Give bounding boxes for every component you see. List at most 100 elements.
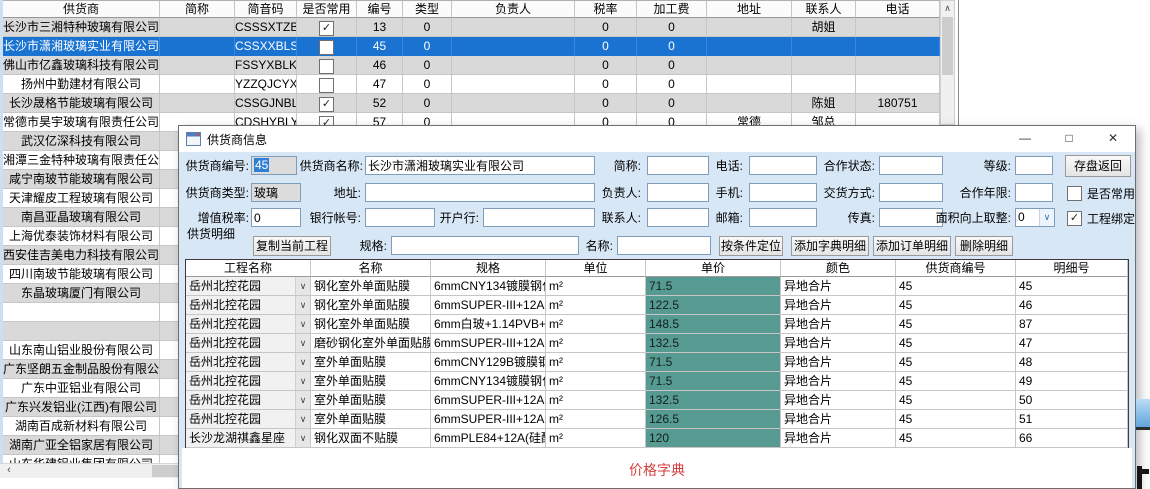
detail-cell[interactable]: m² <box>546 410 646 429</box>
chevron-down-icon[interactable]: ∨ <box>295 391 310 409</box>
detail-row[interactable]: 岳州北控花园∨室外单面贴膜6mmSUPER-III+12A(硅...m²126.… <box>186 410 1128 429</box>
delivery-input[interactable] <box>879 183 943 202</box>
supplier-cell-common[interactable] <box>297 56 357 75</box>
detail-cell[interactable]: 6mmSUPER-III+12A(硅... <box>431 391 546 410</box>
supplier-cell-common[interactable] <box>297 75 357 94</box>
detail-cell[interactable]: 6mmSUPER-III+12A(硅... <box>431 410 546 429</box>
chevron-down-icon[interactable]: ∨ <box>295 372 310 390</box>
detail-cell[interactable]: 66 <box>1016 429 1128 448</box>
supplier-cell-tax[interactable]: 0 <box>575 94 637 113</box>
supplier-cell-addr[interactable] <box>707 94 792 113</box>
minimize-button[interactable]: — <box>1003 126 1047 152</box>
detail-cell[interactable]: 异地合片 <box>781 334 896 353</box>
supplier-cell-supplier[interactable]: 湘潭三金特种玻璃有限责任公司 <box>3 151 160 170</box>
project-name-combo[interactable]: 岳州北控花园∨ <box>186 277 311 296</box>
scroll-up-icon[interactable]: ∧ <box>941 1 954 16</box>
project-name-combo[interactable]: 岳州北控花园∨ <box>186 334 311 353</box>
grid-column-header-5[interactable]: 颜色 <box>781 260 896 277</box>
detail-cell[interactable]: 120 <box>646 429 781 448</box>
locate-by-condition-button[interactable]: 按条件定位 <box>719 236 783 256</box>
supplier-cell-type[interactable]: 0 <box>403 37 452 56</box>
detail-cell[interactable]: 异地合片 <box>781 277 896 296</box>
supplier-cell-supplier[interactable]: 西安佳吉美电力科技有限公司 <box>3 246 160 265</box>
supplier-cell-contact[interactable] <box>792 75 856 94</box>
supplier-cell-id[interactable]: 47 <box>357 75 403 94</box>
project-name-combo[interactable]: 岳州北控花园∨ <box>186 315 311 334</box>
detail-cell[interactable]: 45 <box>896 296 1016 315</box>
grid-column-header-1[interactable]: 名称 <box>311 260 431 277</box>
column-header-10[interactable]: 联系人 <box>792 1 856 18</box>
detail-cell[interactable]: 51 <box>1016 410 1128 429</box>
detail-row[interactable]: 岳州北控花园∨钢化室外单面贴膜6mm白玻+1.14PVB+6mm...m²148… <box>186 315 1128 334</box>
detail-cell[interactable]: 45 <box>896 353 1016 372</box>
supplier-cell-code[interactable]: CSSGJNBLYXGS <box>235 94 297 113</box>
detail-cell[interactable]: 6mmCNY134镀膜钢化 <box>431 372 546 391</box>
bank-input[interactable] <box>483 208 595 227</box>
detail-cell[interactable]: 45 <box>896 277 1016 296</box>
detail-cell[interactable]: 钢化室外单面贴膜 <box>311 315 431 334</box>
detail-cell[interactable]: 异地合片 <box>781 315 896 334</box>
vat-input[interactable] <box>251 208 301 227</box>
supplier-cell-supplier[interactable] <box>3 303 160 322</box>
supplier-cell-supplier[interactable]: 长沙晟格节能玻璃有限公司 <box>3 94 160 113</box>
supplier-cell-supplier[interactable]: 南昌亚晶玻璃有限公司 <box>3 208 160 227</box>
supplier-cell-code[interactable]: FSSYXBLKJ... <box>235 56 297 75</box>
common-checkbox[interactable]: ✓ <box>319 21 334 36</box>
column-header-3[interactable]: 是否常用 <box>297 1 357 18</box>
supplier-cell-supplier[interactable]: 广东中亚铝业有限公司 <box>3 379 160 398</box>
scroll-left-icon[interactable]: ‹ <box>2 464 16 478</box>
supplier-cell-code[interactable]: CSSSXTZBL... <box>235 18 297 37</box>
supplier-type-input[interactable] <box>251 183 301 202</box>
supplier-row[interactable]: 佛山市亿鑫玻璃科技有限公司FSSYXBLKJ...46000 <box>3 56 940 75</box>
dialog-titlebar[interactable]: 供货商信息 — □ ✕ <box>179 126 1135 152</box>
supplier-cell-tax[interactable]: 0 <box>575 18 637 37</box>
supplier-row[interactable]: 长沙晟格节能玻璃有限公司CSSGJNBLYXGS✓52000陈姐180751 <box>3 94 940 113</box>
detail-cell[interactable]: 6mmPLE84+12A(硅酮胶... <box>431 429 546 448</box>
grid-column-header-3[interactable]: 单位 <box>546 260 646 277</box>
supplier-cell-supplier[interactable]: 山东南山铝业股份有限公司 <box>3 341 160 360</box>
column-header-5[interactable]: 类型 <box>403 1 452 18</box>
close-button[interactable]: ✕ <box>1091 126 1135 152</box>
supplier-cell-supplier[interactable]: 湖南百成新材料有限公司 <box>3 417 160 436</box>
detail-cell[interactable]: 异地合片 <box>781 429 896 448</box>
detail-cell[interactable]: 87 <box>1016 315 1128 334</box>
supplier-cell-fee[interactable]: 0 <box>637 56 707 75</box>
detail-cell[interactable]: 71.5 <box>646 372 781 391</box>
detail-cell[interactable]: m² <box>546 315 646 334</box>
project-name-combo[interactable]: 岳州北控花园∨ <box>186 391 311 410</box>
supplier-cell-supplier[interactable]: 广东坚朗五金制品股份有限公司 <box>3 360 160 379</box>
supplier-cell-tax[interactable]: 0 <box>575 37 637 56</box>
chevron-down-icon[interactable]: ∨ <box>295 315 310 333</box>
bank-account-input[interactable] <box>365 208 435 227</box>
detail-cell[interactable]: 48 <box>1016 353 1128 372</box>
manager-input[interactable] <box>647 183 709 202</box>
detail-cell[interactable]: 室外单面贴膜 <box>311 372 431 391</box>
supplier-cell-fee[interactable]: 0 <box>637 18 707 37</box>
supplier-cell-tax[interactable]: 0 <box>575 75 637 94</box>
supplier-cell-supplier[interactable]: 上海优泰装饰材料有限公司 <box>3 227 160 246</box>
detail-cell[interactable]: 异地合片 <box>781 353 896 372</box>
maximize-button[interactable]: □ <box>1047 126 1091 152</box>
grid-column-header-2[interactable]: 规格 <box>431 260 546 277</box>
detail-cell[interactable]: 47 <box>1016 334 1128 353</box>
column-header-2[interactable]: 简音码 <box>235 1 297 18</box>
detail-cell[interactable]: 磨砂钢化室外单面贴膜 <box>311 334 431 353</box>
common-use-checkbox[interactable] <box>1067 186 1082 201</box>
supplier-name-input[interactable] <box>365 156 595 175</box>
copy-current-project-button[interactable]: 复制当前工程 <box>253 236 331 256</box>
area-round-select[interactable]: 0 ∨ <box>1015 208 1055 227</box>
detail-cell[interactable]: 室外单面贴膜 <box>311 353 431 372</box>
detail-cell[interactable]: 126.5 <box>646 410 781 429</box>
supplier-cell-id[interactable]: 13 <box>357 18 403 37</box>
supplier-cell-supplier[interactable]: 佛山市亿鑫玻璃科技有限公司 <box>3 56 160 75</box>
supplier-row[interactable]: 长沙市三湘特种玻璃有限公司CSSSXTZBL...✓13000胡姐 <box>3 18 940 37</box>
chevron-down-icon[interactable]: ∨ <box>295 410 310 428</box>
supplier-cell-manager[interactable] <box>452 56 575 75</box>
supplier-cell-abbr[interactable] <box>160 75 235 94</box>
supplier-cell-abbr[interactable] <box>160 56 235 75</box>
detail-cell[interactable]: 148.5 <box>646 315 781 334</box>
project-name-combo[interactable]: 岳州北控花园∨ <box>186 353 311 372</box>
detail-cell[interactable]: 6mm白玻+1.14PVB+6mm... <box>431 315 546 334</box>
save-return-button[interactable]: 存盘返回 <box>1065 155 1131 177</box>
supplier-cell-type[interactable]: 0 <box>403 75 452 94</box>
